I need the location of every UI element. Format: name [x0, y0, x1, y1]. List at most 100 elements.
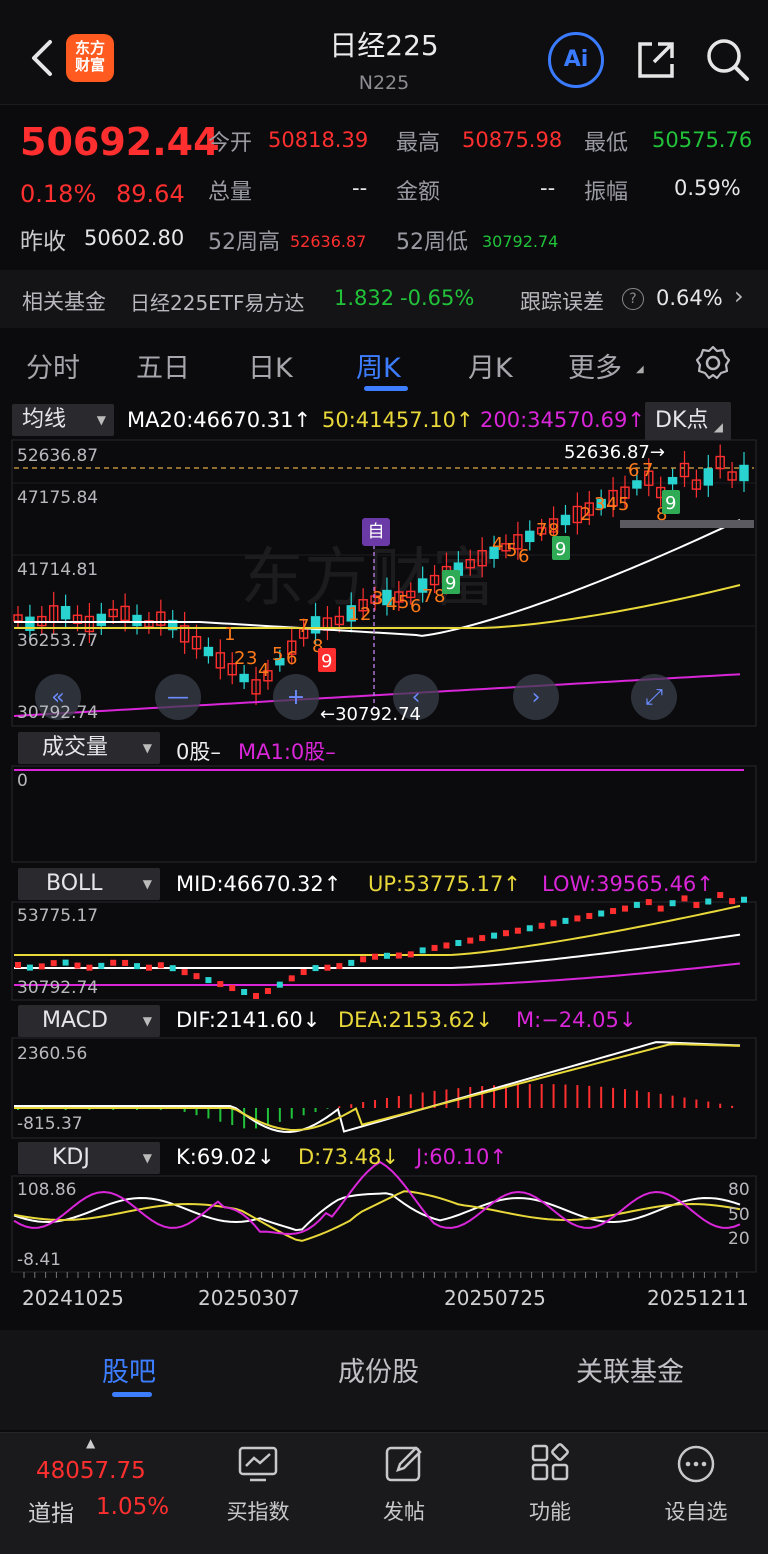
- tab-intraday[interactable]: 分时: [26, 346, 80, 385]
- tracking-error-value: 0.64%: [656, 286, 723, 310]
- y-tick-label: 36253.77: [17, 631, 99, 651]
- chevron-right-icon: ›: [734, 282, 744, 310]
- boll-candle: [276, 981, 283, 988]
- tab-more[interactable]: 更多: [568, 346, 622, 385]
- share-icon[interactable]: [634, 38, 678, 82]
- boll-candle: [491, 932, 498, 939]
- settings-gear-icon[interactable]: [694, 344, 732, 382]
- change-amount: 89.64: [116, 180, 185, 208]
- candle-body: [239, 673, 249, 683]
- td-sequence-number: 3: [246, 648, 257, 669]
- boll-up: UP:53775.17↑: [368, 872, 521, 896]
- ma-selector[interactable]: 均线 ▼: [12, 404, 114, 436]
- macd-dea-line: [14, 1043, 741, 1131]
- td-sequence-number: 1: [224, 624, 235, 645]
- candle-body: [739, 464, 749, 482]
- volume-selector[interactable]: 成交量 ▼: [18, 732, 160, 764]
- boll-candle: [288, 975, 295, 982]
- td-sequence-number: 2: [234, 648, 245, 669]
- boll-candle: [681, 895, 688, 902]
- boll-selector[interactable]: BOLL ▼: [18, 868, 160, 900]
- boll-candle: [217, 981, 224, 988]
- x-date-label: 20250307: [198, 1286, 300, 1310]
- related-fund-row[interactable]: 相关基金 日经225ETF易方达 1.832 -0.65% 跟踪误差 ? 0.6…: [0, 270, 768, 328]
- boll-candle: [633, 901, 640, 908]
- boll-candle: [526, 925, 533, 932]
- td-nine-number: 9: [665, 493, 676, 514]
- buy-index-button[interactable]: 买指数: [198, 1442, 318, 1526]
- amount-value: --: [540, 176, 556, 200]
- prev-close-value: 50602.80: [84, 226, 185, 250]
- macd-selector[interactable]: MACD ▼: [18, 1005, 160, 1037]
- more-dots-circle-icon: [677, 1445, 715, 1483]
- boll-candle: [181, 969, 188, 976]
- macd-m: M:−24.05↓: [516, 1008, 637, 1032]
- dk-point-button[interactable]: DK点 ◢: [645, 402, 731, 440]
- td-sequence-number: 6: [286, 648, 297, 669]
- x-date-label: 20251211: [647, 1286, 749, 1310]
- kdj-j: J:60.10↑: [416, 1145, 507, 1169]
- search-icon[interactable]: [704, 36, 750, 82]
- ticker-index-change[interactable]: 1.05%: [96, 1494, 169, 1520]
- tab-stock-forum[interactable]: 股吧: [102, 1350, 156, 1389]
- add-watchlist-button[interactable]: 设自选: [636, 1442, 756, 1526]
- td-sequence-number: 2: [360, 604, 371, 625]
- boll-candle: [693, 901, 700, 908]
- boll-candle: [383, 952, 390, 959]
- chart-nav-icon: +: [287, 685, 305, 710]
- td-sequence-number: 6: [518, 546, 529, 567]
- kdj-level-80: 80: [728, 1180, 750, 1200]
- boll-candle: [419, 947, 426, 954]
- boll-candle: [479, 935, 486, 942]
- ai-assistant-button[interactable]: Ai: [548, 32, 604, 88]
- kdj-selector[interactable]: KDJ ▼: [18, 1142, 160, 1174]
- tab-five-day[interactable]: 五日: [136, 346, 190, 385]
- kdj-level-50: 50: [728, 1205, 750, 1225]
- x-date-label: 20241025: [22, 1286, 124, 1310]
- tab-daily-k[interactable]: 日K: [248, 346, 293, 385]
- boll-candle: [157, 962, 164, 969]
- boll-candle: [717, 892, 724, 899]
- last-price: 50692.44: [20, 120, 220, 164]
- ticker-index-value[interactable]: 48057.75: [36, 1458, 146, 1484]
- y-tick-label: 30792.74: [17, 703, 99, 723]
- tab-related-funds[interactable]: 关联基金: [576, 1350, 684, 1389]
- chart-monitor-icon: [238, 1446, 278, 1482]
- active-subtab-indicator: [112, 1392, 152, 1397]
- td-sequence-number: 2: [580, 504, 591, 525]
- boll-candle: [574, 915, 581, 922]
- macd-dif: DIF:2141.60↓: [176, 1008, 321, 1032]
- boll-candle: [205, 977, 212, 984]
- tracking-error-label: 跟踪误差: [520, 290, 604, 314]
- macd-dif-line: [14, 1041, 741, 1133]
- help-icon[interactable]: ?: [622, 288, 644, 310]
- low-label: 最低: [584, 131, 629, 156]
- post-button[interactable]: 发帖: [344, 1442, 464, 1526]
- ticker-index-name[interactable]: 道指: [28, 1494, 74, 1528]
- volume-ma-text: MA1:0股–: [238, 740, 336, 764]
- boll-candle: [324, 964, 331, 971]
- w52-low-label: 52周低: [396, 230, 468, 255]
- td-nine-number: 9: [555, 539, 566, 560]
- tab-constituents[interactable]: 成份股: [338, 1350, 419, 1389]
- tab-monthly-k[interactable]: 月K: [468, 346, 513, 385]
- low-value: 50575.76: [652, 128, 753, 152]
- candle-body: [96, 613, 107, 627]
- tab-weekly-k[interactable]: 周K: [356, 346, 401, 385]
- boll-up-line: [14, 904, 741, 956]
- boll-candle: [621, 905, 628, 912]
- volume-y-tick: 0: [17, 771, 28, 791]
- macd-y-bottom: -815.37: [17, 1114, 83, 1134]
- td-sequence-number: 5: [618, 494, 629, 515]
- td-sequence-number: 6: [410, 596, 421, 617]
- boll-candle: [610, 908, 617, 915]
- functions-button[interactable]: 功能: [490, 1442, 610, 1526]
- boll-mid: MID:46670.32↑: [176, 872, 342, 896]
- candle-body: [203, 646, 214, 657]
- candle-body: [525, 530, 535, 543]
- low-marker-label: ←30792.74: [320, 704, 421, 725]
- boll-candle: [134, 963, 141, 970]
- volume-text: 0股–: [176, 740, 221, 764]
- td-sequence-number: 5: [506, 540, 517, 561]
- boll-candle: [431, 944, 438, 951]
